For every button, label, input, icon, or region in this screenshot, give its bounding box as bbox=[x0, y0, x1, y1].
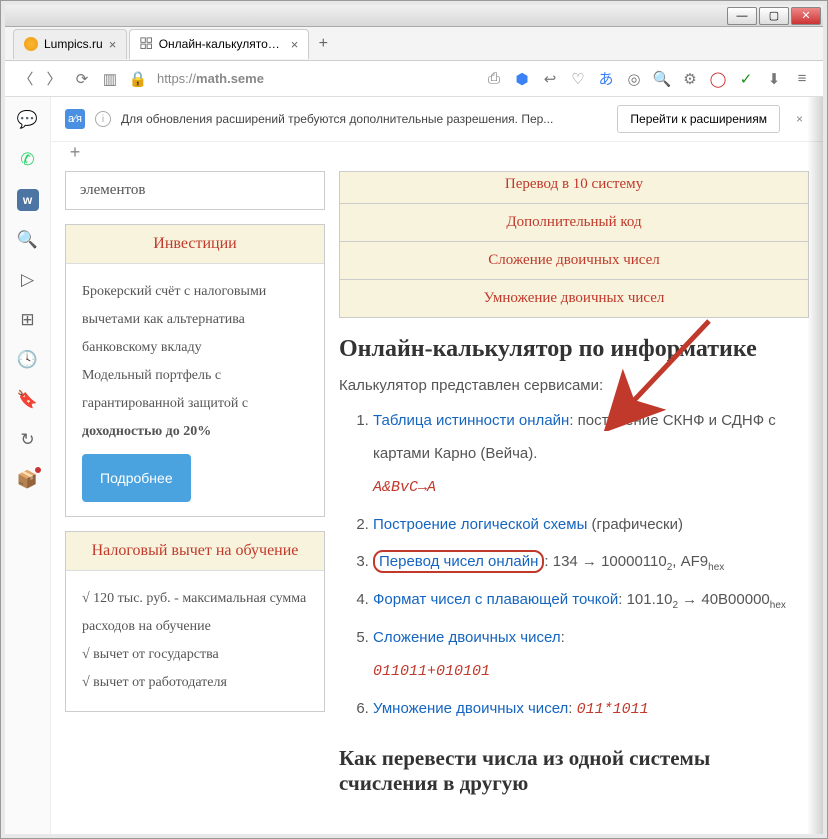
card-title: Инвестиции bbox=[66, 225, 324, 264]
search-icon[interactable]: 🔍 bbox=[17, 229, 39, 251]
translate-icon[interactable]: あ bbox=[597, 70, 615, 88]
goto-extensions-button[interactable]: Перейти к расширениям bbox=[617, 105, 780, 133]
tab-lumpics[interactable]: Lumpics.ru × bbox=[13, 29, 127, 59]
list-item: Сложение двоичных чисел: 011011+010101 bbox=[373, 621, 809, 688]
card-text: √ 120 тыс. руб. - максимальная сумма рас… bbox=[82, 585, 308, 641]
clock-icon[interactable]: 🕓 bbox=[17, 349, 39, 371]
download-icon[interactable]: ⬇ bbox=[765, 70, 783, 88]
notification-bar: a⁄я i Для обновления расширений требуютс… bbox=[51, 97, 823, 142]
side-rail: 💬 ✆ w 🔍 ▷ ⊞ 🕓 🔖 ↻ 📦 bbox=[5, 97, 51, 834]
card-body: √ 120 тыс. руб. - максимальная сумма рас… bbox=[66, 571, 324, 711]
binary-add-link[interactable]: Сложение двоичных чисел bbox=[373, 629, 561, 646]
item-tail: (графически) bbox=[587, 516, 683, 533]
code-sample: 011*1011 bbox=[577, 701, 649, 718]
right-column: Перевод в 10 систему Дополнительный код … bbox=[339, 171, 809, 820]
binary-mul-link[interactable]: Умножение двоичных чисел bbox=[373, 700, 568, 717]
translate-badge-icon[interactable]: a⁄я bbox=[65, 109, 85, 129]
float-format-link[interactable]: Формат чисел с плавающей точкой bbox=[373, 591, 618, 608]
whatsapp-icon[interactable]: ✆ bbox=[17, 149, 39, 171]
send-icon[interactable]: ▷ bbox=[17, 269, 39, 291]
number-convert-link[interactable]: Перевод чисел онлайн bbox=[373, 550, 544, 573]
left-column: элементов Инвестиции Брокерский счёт с н… bbox=[65, 171, 325, 820]
address-bar: 〈 〉 ⟳ ▥ 🔒 https://math.seme ⎙ ⬢ ↩ ♡ あ ◎ … bbox=[5, 61, 823, 97]
camera-icon[interactable]: ⎙ bbox=[485, 70, 503, 88]
card-text: √ вычет от работодателя bbox=[82, 669, 308, 697]
element-fragment: элементов bbox=[65, 171, 325, 210]
gear-icon[interactable]: ⚙ bbox=[681, 70, 699, 88]
page-title: Онлайн-калькулятор по информатике bbox=[339, 336, 809, 363]
tab-close-icon[interactable]: × bbox=[109, 37, 117, 52]
shield-green-icon[interactable]: ✓ bbox=[737, 70, 755, 88]
search-ext-icon[interactable]: 🔍 bbox=[653, 70, 671, 88]
card-text: Брокерский счёт с налоговыми вычетами ка… bbox=[82, 278, 308, 362]
list-item: Умножение двоичных чисел: 011*1011 bbox=[373, 692, 809, 726]
forward-button[interactable]: 〉 bbox=[45, 70, 63, 88]
reload-button[interactable]: ⟳ bbox=[73, 70, 91, 88]
window-maximize-button[interactable]: ▢ bbox=[759, 7, 789, 25]
top-links-block: Перевод в 10 систему Дополнительный код … bbox=[339, 171, 809, 318]
card-body: Брокерский счёт с налоговыми вычетами ка… bbox=[66, 264, 324, 516]
card-text: Модельный портфель с гарантированной защ… bbox=[82, 362, 308, 446]
menu-icon[interactable]: ≡ bbox=[793, 70, 811, 88]
tab-calculator[interactable]: Онлайн-калькулятор по и × bbox=[129, 29, 309, 59]
services-list: Таблица истинности онлайн: построение СК… bbox=[373, 404, 809, 726]
toplink-item[interactable]: Умножение двоичных чисел bbox=[340, 280, 808, 317]
target-icon[interactable]: ◎ bbox=[625, 70, 643, 88]
grid-icon[interactable]: ⊞ bbox=[17, 309, 39, 331]
tab-close-icon[interactable]: × bbox=[291, 37, 299, 52]
code-sample: A&BvC→A bbox=[373, 479, 436, 496]
notification-text: Для обновления расширений требуются допо… bbox=[121, 112, 607, 126]
tab-bar: Lumpics.ru × Онлайн-калькулятор по и × + bbox=[5, 27, 823, 61]
logic-scheme-link[interactable]: Построение логической схемы bbox=[373, 516, 587, 533]
intro-text: Калькулятор представлен сервисами: bbox=[339, 377, 809, 394]
window-minimize-button[interactable]: — bbox=[727, 7, 757, 25]
tax-card: Налоговый вычет на обучение √ 120 тыс. р… bbox=[65, 531, 325, 712]
tab-title: Онлайн-калькулятор по и bbox=[159, 37, 285, 51]
vk-icon[interactable]: w bbox=[17, 189, 39, 211]
box-icon[interactable]: 📦 bbox=[17, 469, 39, 491]
lock-icon[interactable]: 🔒 bbox=[129, 70, 147, 88]
code-sample: 011011+010101 bbox=[373, 663, 490, 680]
card-text: √ вычет от государства bbox=[82, 641, 308, 669]
history-icon[interactable]: ↻ bbox=[17, 429, 39, 451]
bookmark-icon[interactable]: 🔖 bbox=[17, 389, 39, 411]
sidebar-add-icon[interactable]: + bbox=[65, 142, 85, 163]
toplink-item[interactable]: Сложение двоичных чисел bbox=[340, 242, 808, 280]
item-tail: : bbox=[561, 629, 565, 646]
shield-blue-icon[interactable]: ⬢ bbox=[513, 70, 531, 88]
item-tail: : 134 → 100001102, AF9hex bbox=[544, 553, 724, 570]
info-icon: i bbox=[95, 111, 111, 127]
item-tail: : bbox=[568, 700, 576, 717]
window-titlebar: — ▢ ✕ bbox=[5, 5, 823, 27]
heart-icon[interactable]: ♡ bbox=[569, 70, 587, 88]
sidebar-plus-row: + bbox=[51, 142, 823, 171]
card-title: Налоговый вычет на обучение bbox=[66, 532, 324, 571]
back-button[interactable]: 〈 bbox=[17, 70, 35, 88]
notification-close-icon[interactable]: × bbox=[790, 112, 809, 126]
window-close-button[interactable]: ✕ bbox=[791, 7, 821, 25]
back-small-icon[interactable]: ↩ bbox=[541, 70, 559, 88]
speed-dial-icon[interactable]: ▥ bbox=[101, 70, 119, 88]
opera-icon[interactable]: ◯ bbox=[709, 70, 727, 88]
toplink-item[interactable]: Перевод в 10 систему bbox=[340, 172, 808, 204]
section-heading: Как перевести числа из одной системы счи… bbox=[339, 746, 809, 796]
messenger-icon[interactable]: 💬 bbox=[17, 109, 39, 131]
item-tail: : 101.102 → 40B00000hex bbox=[618, 591, 786, 608]
more-button[interactable]: Подробнее bbox=[82, 454, 191, 502]
list-item: Перевод чисел онлайн: 134 → 100001102, A… bbox=[373, 545, 809, 579]
tab-title: Lumpics.ru bbox=[44, 37, 103, 51]
new-tab-button[interactable]: + bbox=[311, 32, 335, 56]
list-item: Построение логической схемы (графически) bbox=[373, 508, 809, 541]
list-item: Формат чисел с плавающей точкой: 101.102… bbox=[373, 583, 809, 617]
tab-favicon-grid-icon bbox=[140, 37, 152, 51]
tab-favicon bbox=[24, 37, 38, 51]
list-item: Таблица истинности онлайн: построение СК… bbox=[373, 404, 809, 504]
truth-table-link[interactable]: Таблица истинности онлайн bbox=[373, 412, 569, 429]
toplink-item[interactable]: Дополнительный код bbox=[340, 204, 808, 242]
url-text[interactable]: https://math.seme bbox=[157, 71, 264, 86]
investments-card: Инвестиции Брокерский счёт с налоговыми … bbox=[65, 224, 325, 517]
